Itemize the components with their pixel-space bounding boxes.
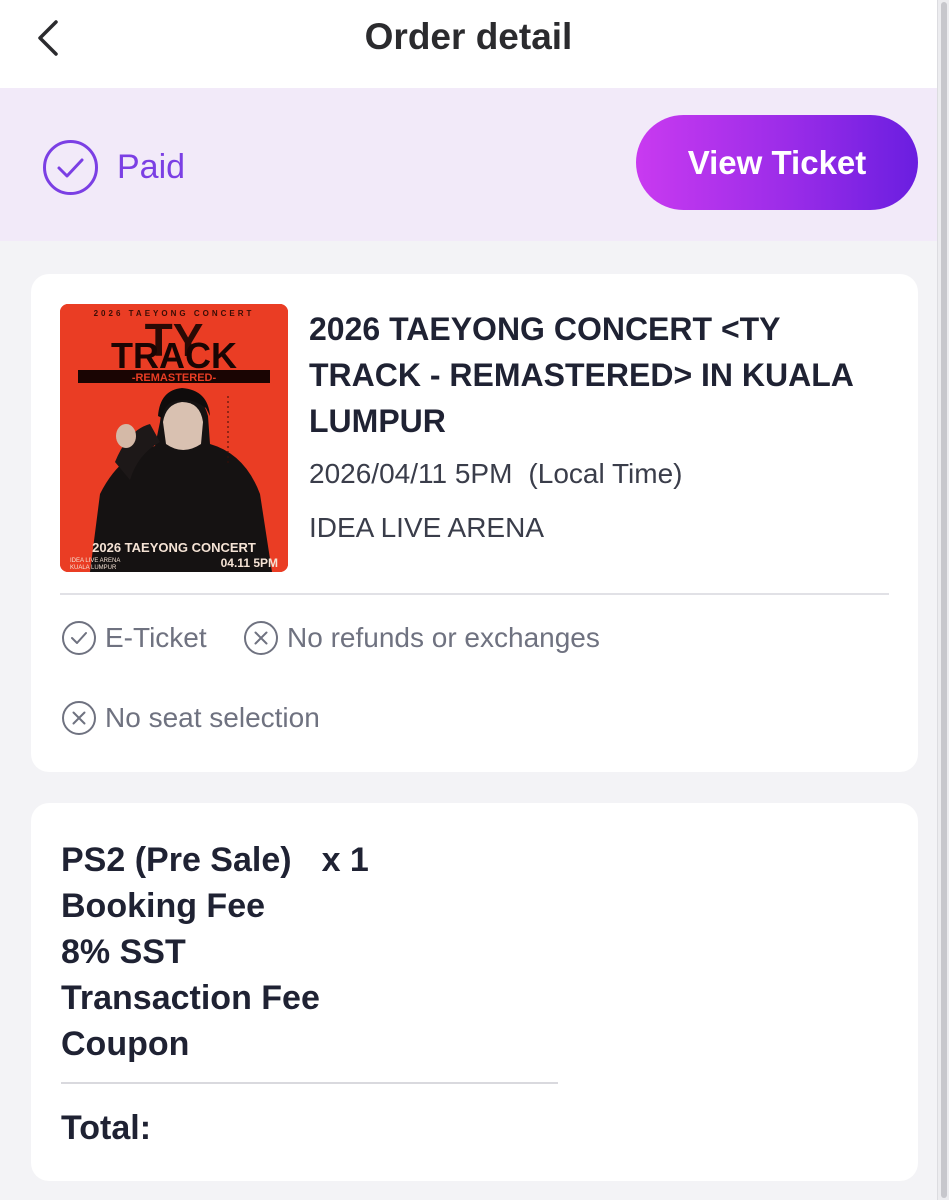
- line-item-ticket: PS2 (Pre Sale) x 1: [61, 837, 369, 883]
- order-status-bar: Paid View Ticket: [0, 88, 937, 241]
- svg-text:-REMASTERED-: -REMASTERED-: [132, 372, 217, 384]
- divider: [60, 593, 889, 595]
- event-timezone-note: (Local Time): [528, 458, 683, 489]
- event-venue: IDEA LIVE ARENA: [309, 512, 544, 543]
- feature-label: No refunds or exchanges: [287, 622, 600, 653]
- feature-label: E-Ticket: [105, 622, 207, 653]
- order-summary-card: PS2 (Pre Sale) x 1 Booking Fee 8% SST Tra…: [31, 803, 918, 1181]
- line-item-label: PS2 (Pre Sale): [61, 841, 292, 879]
- event-datetime: 2026/04/11 5PM (Local Time): [309, 458, 682, 490]
- svg-text:04.11 5PM: 04.11 5PM: [221, 556, 278, 570]
- line-items: PS2 (Pre Sale) x 1 Booking Fee 8% SST Tra…: [61, 837, 369, 1067]
- feature-no-seat-selection: No seat selection: [61, 700, 320, 736]
- line-item-booking-fee: Booking Fee: [61, 887, 266, 925]
- check-circle-icon: [43, 140, 98, 195]
- x-circle-icon: [244, 621, 278, 655]
- svg-text:KUALA LUMPUR: KUALA LUMPUR: [70, 565, 117, 571]
- feature-no-refunds: No refunds or exchanges: [243, 620, 600, 656]
- event-poster-image[interactable]: 2026 TAEYONG CONCERT TY TRACK -REMASTERE…: [60, 304, 288, 572]
- total-label: Total:: [61, 1109, 152, 1147]
- paid-label: Paid: [117, 148, 186, 186]
- event-title: 2026 TAEYONG CONCERT <TY TRACK - REMASTE…: [309, 311, 853, 439]
- check-circle-icon: [62, 621, 96, 655]
- svg-text:TRACK: TRACK: [111, 335, 237, 376]
- line-item-sst: 8% SST: [61, 933, 186, 971]
- feature-e-ticket: E-Ticket: [61, 620, 207, 656]
- svg-text:2026 TAEYONG CONCERT: 2026 TAEYONG CONCERT: [92, 540, 256, 555]
- page-title: Order detail: [364, 16, 573, 57]
- divider: [61, 1082, 558, 1084]
- feature-label: No seat selection: [105, 702, 320, 733]
- event-date: 2026/04/11 5PM: [309, 458, 513, 489]
- event-card: 2026 TAEYONG CONCERT TY TRACK -REMASTERE…: [31, 274, 918, 772]
- line-item-transaction-fee: Transaction Fee: [61, 979, 320, 1017]
- view-ticket-button[interactable]: View Ticket: [636, 115, 918, 210]
- x-circle-icon: [62, 701, 96, 735]
- line-item-coupon: Coupon: [61, 1025, 190, 1063]
- scrollbar-thumb[interactable]: [941, 2, 947, 1198]
- svg-text:IDEA LIVE ARENA: IDEA LIVE ARENA: [70, 558, 120, 564]
- app-header: Order detail: [0, 0, 937, 88]
- line-item-qty: x 1: [321, 841, 369, 879]
- scrollbar[interactable]: [937, 0, 949, 1200]
- paid-status: Paid: [42, 139, 185, 196]
